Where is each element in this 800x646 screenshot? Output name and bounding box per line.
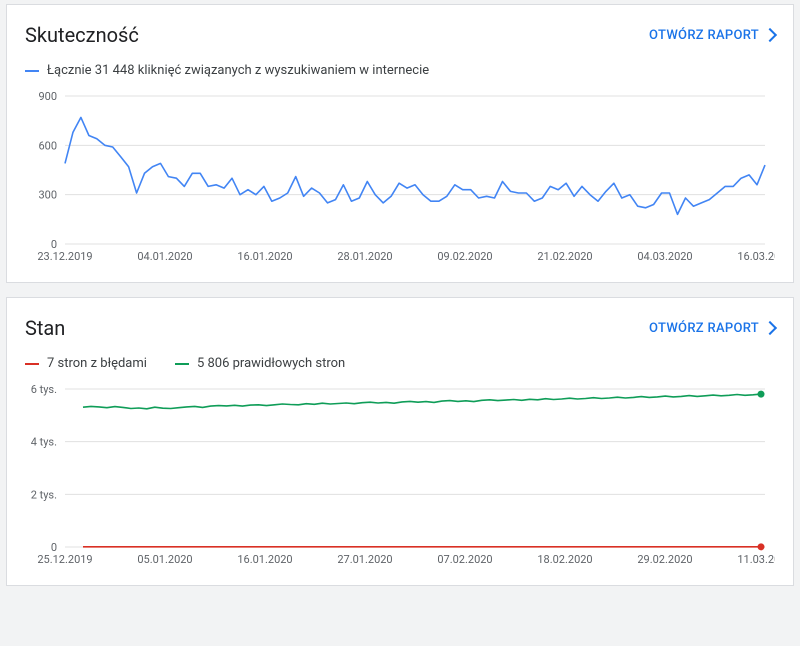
legend-swatch (175, 363, 189, 365)
coverage-legend-valid: 5 806 prawidłowych stron (175, 356, 345, 371)
svg-text:16.01.2020: 16.01.2020 (237, 250, 292, 263)
svg-text:900: 900 (38, 90, 57, 103)
performance-card: Skuteczność OTWÓRZ RAPORT Łącznie 31 448… (6, 4, 794, 283)
coverage-chart-wrap: 02 tys.4 tys.6 tys.25.12.201905.01.20201… (7, 371, 793, 585)
coverage-legend-valid-label: 5 806 prawidłowych stron (197, 356, 345, 371)
svg-text:28.01.2020: 28.01.2020 (337, 250, 392, 263)
legend-swatch (25, 363, 39, 365)
chevron-right-icon (763, 28, 777, 42)
svg-text:16.01.2020: 16.01.2020 (237, 553, 292, 566)
svg-text:09.02.2020: 09.02.2020 (437, 250, 492, 263)
svg-text:21.02.2020: 21.02.2020 (537, 250, 592, 263)
performance-chart: 030060090023.12.201904.01.202016.01.2020… (25, 88, 775, 266)
svg-text:07.02.2020: 07.02.2020 (437, 553, 492, 566)
coverage-card-header: Stan OTWÓRZ RAPORT (7, 298, 793, 348)
performance-legend-clicks: Łącznie 31 448 kliknięć związanych z wys… (25, 63, 429, 78)
legend-swatch (25, 70, 39, 72)
svg-text:25.12.2019: 25.12.2019 (37, 553, 92, 566)
svg-text:05.01.2020: 05.01.2020 (137, 553, 192, 566)
svg-text:6 tys.: 6 tys. (31, 383, 57, 396)
svg-text:2 tys.: 2 tys. (31, 488, 57, 501)
svg-text:18.02.2020: 18.02.2020 (537, 553, 592, 566)
svg-text:04.03.2020: 04.03.2020 (637, 250, 692, 263)
svg-text:29.02.2020: 29.02.2020 (637, 553, 692, 566)
svg-text:04.01.2020: 04.01.2020 (137, 250, 192, 263)
performance-title: Skuteczność (25, 23, 139, 47)
performance-card-header: Skuteczność OTWÓRZ RAPORT (7, 5, 793, 55)
performance-open-report-button[interactable]: OTWÓRZ RAPORT (649, 28, 775, 43)
svg-text:300: 300 (38, 189, 57, 202)
performance-open-report-label: OTWÓRZ RAPORT (649, 28, 759, 43)
coverage-card: Stan OTWÓRZ RAPORT 7 stron z błędami 5 8… (6, 297, 794, 586)
svg-text:27.01.2020: 27.01.2020 (337, 553, 392, 566)
chevron-right-icon (763, 321, 777, 335)
performance-chart-wrap: 030060090023.12.201904.01.202016.01.2020… (7, 78, 793, 282)
coverage-open-report-label: OTWÓRZ RAPORT (649, 321, 759, 336)
coverage-legend-errors-label: 7 stron z błędami (47, 356, 147, 371)
svg-text:4 tys.: 4 tys. (31, 436, 57, 449)
performance-legend-clicks-label: Łącznie 31 448 kliknięć związanych z wys… (47, 63, 429, 78)
coverage-chart: 02 tys.4 tys.6 tys.25.12.201905.01.20201… (25, 381, 775, 569)
svg-text:11.03.2020: 11.03.2020 (737, 553, 775, 566)
coverage-open-report-button[interactable]: OTWÓRZ RAPORT (649, 321, 775, 336)
svg-text:16.03.2020: 16.03.2020 (737, 250, 775, 263)
svg-text:600: 600 (38, 139, 57, 152)
page: Skuteczność OTWÓRZ RAPORT Łącznie 31 448… (0, 4, 800, 586)
svg-text:23.12.2019: 23.12.2019 (37, 250, 92, 263)
performance-legend: Łącznie 31 448 kliknięć związanych z wys… (7, 55, 793, 78)
coverage-title: Stan (25, 316, 65, 340)
coverage-legend: 7 stron z błędami 5 806 prawidłowych str… (7, 348, 793, 371)
coverage-legend-errors: 7 stron z błędami (25, 356, 147, 371)
